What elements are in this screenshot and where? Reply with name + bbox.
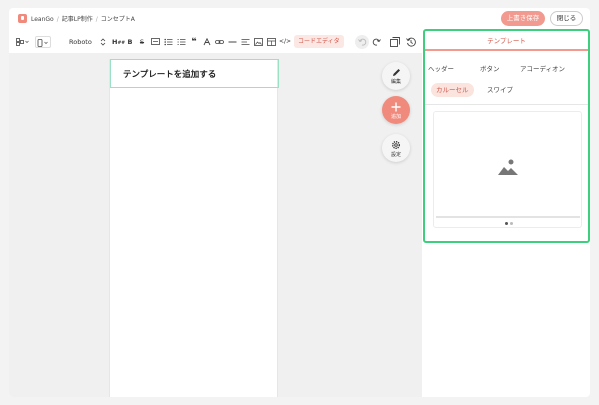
redo-icon[interactable] <box>371 36 383 48</box>
breadcrumb-separator: / <box>56 16 59 23</box>
chip-carousel[interactable]: カルーセル <box>431 83 474 97</box>
bullet-list-icon[interactable] <box>163 36 173 48</box>
device-select-icon[interactable] <box>35 36 51 48</box>
heading-button[interactable]: H## <box>112 36 125 48</box>
leango-logo-icon[interactable] <box>18 14 27 23</box>
app-window: LeanGo / 記事LP制作 / コンセプトA 上書き保存 閉じる Roboto H#… <box>9 8 590 397</box>
template-panel: テンプレート ヘッダー ボタン アコーディオン カルーセル スワイプ <box>423 29 590 243</box>
gear-icon <box>392 141 400 149</box>
breadcrumb-page: コンセプトA <box>100 16 135 23</box>
header: LeanGo / 記事LP制作 / コンセプトA 上書き保存 閉じる <box>9 8 590 30</box>
horizontal-rule-icon[interactable] <box>227 36 237 48</box>
font-family-select[interactable]: Roboto <box>69 36 92 48</box>
add-button[interactable]: 追加 <box>382 96 410 124</box>
carousel-dot[interactable] <box>509 222 513 225</box>
add-button-label: 追加 <box>390 114 401 120</box>
align-icon[interactable] <box>240 36 250 48</box>
quote-icon[interactable]: ❝ <box>189 36 199 48</box>
breadcrumb-separator: / <box>95 16 98 23</box>
code-editor-button[interactable]: コードエディタ <box>294 35 344 48</box>
carousel-template-card[interactable] <box>433 111 582 228</box>
save-button[interactable]: 上書き保存 <box>501 11 545 26</box>
undo-icon[interactable] <box>355 35 369 49</box>
plus-icon <box>391 102 401 112</box>
settings-button[interactable]: 設定 <box>382 134 410 162</box>
pencil-icon <box>392 69 400 76</box>
tab-template[interactable]: テンプレート <box>425 31 588 51</box>
settings-button-label: 設定 <box>390 152 401 158</box>
editor-toolbar: Roboto H## B S ❝ </> コードエディタ <box>9 33 422 51</box>
editor-canvas[interactable]: テンプレートを追加する 編集 追加 設定 <box>9 53 422 397</box>
chip-swipe[interactable]: スワイプ <box>482 83 518 97</box>
image-placeholder-icon <box>498 159 518 175</box>
text-color-icon[interactable] <box>202 36 211 48</box>
divider <box>425 104 588 105</box>
table-icon[interactable] <box>266 36 276 48</box>
layout-select-icon[interactable] <box>15 36 31 48</box>
numbered-list-icon[interactable] <box>176 36 186 48</box>
html-code-icon[interactable]: </> <box>279 36 291 48</box>
font-size-stepper-icon[interactable] <box>99 36 107 48</box>
breadcrumb-project[interactable]: 記事LP制作 <box>62 16 93 23</box>
history-icon[interactable] <box>405 36 417 48</box>
breadcrumb: LeanGo / 記事LP制作 / コンセプトA <box>31 14 135 23</box>
chip-header[interactable]: ヘッダー <box>423 62 459 76</box>
carousel-dot[interactable] <box>504 222 508 225</box>
close-button[interactable]: 閉じる <box>550 11 583 26</box>
caption-icon[interactable] <box>150 36 160 48</box>
chip-accordion[interactable]: アコーディオン <box>515 62 570 76</box>
edit-button[interactable]: 編集 <box>382 62 410 90</box>
strikethrough-button[interactable]: S <box>138 36 146 48</box>
link-icon[interactable] <box>214 36 224 48</box>
chip-button[interactable]: ボタン <box>475 62 505 76</box>
image-icon[interactable] <box>253 36 263 48</box>
carousel-indicator <box>434 222 583 225</box>
page-title[interactable]: テンプレートを追加する <box>110 59 279 88</box>
edit-button-label: 編集 <box>390 79 401 85</box>
breadcrumb-brand[interactable]: LeanGo <box>31 16 54 23</box>
bold-button[interactable]: B <box>126 36 134 48</box>
preview-icon[interactable] <box>389 36 401 48</box>
template-thumbnail <box>436 114 580 218</box>
page-preview[interactable]: テンプレートを追加する <box>109 59 279 397</box>
